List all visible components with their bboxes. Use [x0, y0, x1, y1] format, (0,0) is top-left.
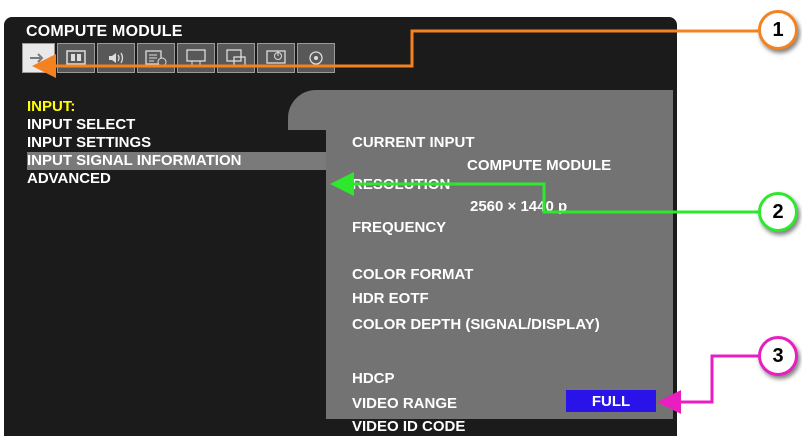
callout-2-badge: 2 — [758, 192, 798, 232]
callout-arrows — [32, 29, 758, 414]
callout-2-line — [330, 172, 758, 214]
callout-1-line — [32, 29, 758, 78]
callout-3-line — [657, 354, 758, 414]
callout-1-badge: 1 — [758, 10, 798, 50]
callout-3-badge: 3 — [758, 336, 798, 376]
